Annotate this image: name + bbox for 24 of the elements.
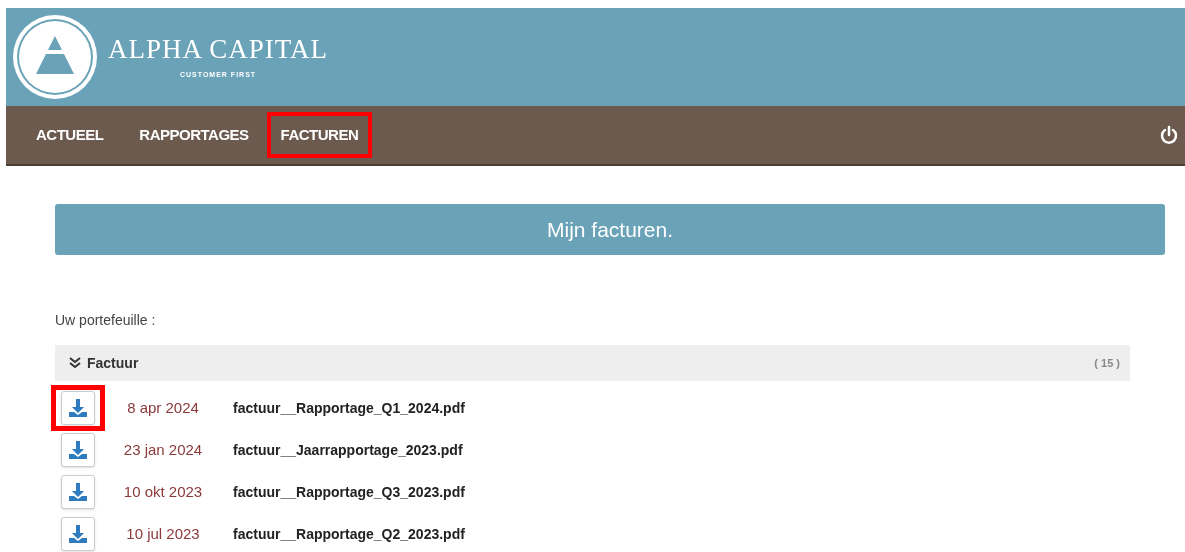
download-icon — [68, 440, 88, 460]
group-header[interactable]: Factuur ( 15 ) — [55, 345, 1130, 381]
invoice-date: 23 jan 2024 — [122, 439, 204, 460]
invoice-file-link[interactable]: factuur__Rapportage_Q2_2023.pdf — [233, 523, 465, 545]
nav-link[interactable]: FACTUREN — [266, 111, 373, 159]
nav-link[interactable]: RAPPORTAGES — [135, 111, 253, 159]
invoice-file-link[interactable]: factuur__Rapportage_Q1_2024.pdf — [233, 397, 465, 419]
portfolio-label: Uw portefeuille : — [55, 311, 157, 330]
count-label: ( 15 ) — [1094, 355, 1120, 371]
download-button[interactable] — [51, 385, 105, 431]
download-icon — [68, 524, 88, 544]
invoice-date: 10 jul 2023 — [125, 523, 201, 544]
download-icon — [68, 398, 88, 418]
nav-link[interactable]: ACTUEEL — [32, 111, 108, 159]
download-icon — [68, 482, 88, 502]
invoice-file-link[interactable]: factuur__Rapportage_Q3_2023.pdf — [233, 481, 465, 503]
logo-icon — [12, 14, 98, 100]
brand-name: ALPHA CAPITAL — [108, 33, 329, 64]
invoice-file-link[interactable]: factuur__Jaarrapportage_2023.pdf — [233, 439, 463, 461]
invoice-date: 10 okt 2023 — [122, 481, 204, 502]
power-icon[interactable] — [1159, 125, 1179, 145]
group-title: Factuur — [87, 353, 140, 373]
invoice-date: 8 apr 2024 — [126, 397, 200, 418]
page-title-banner: Mijn facturen. — [55, 204, 1165, 255]
